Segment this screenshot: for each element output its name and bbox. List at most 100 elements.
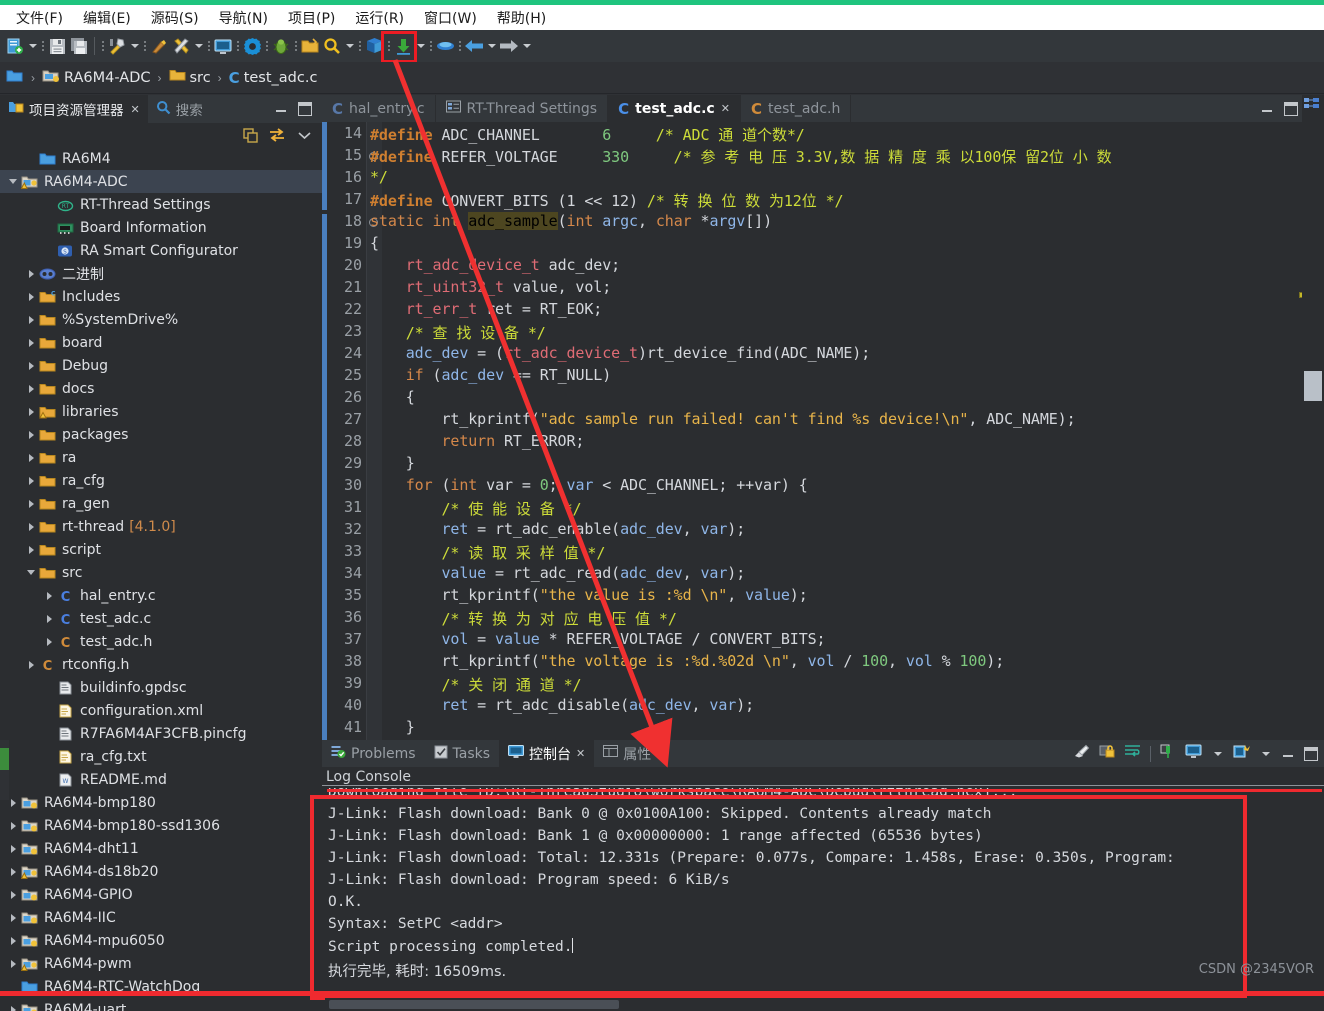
chevron-right-icon[interactable] [6,952,20,975]
chevron-right-icon[interactable] [6,906,20,929]
tree-item-libraries[interactable]: libraries [0,400,322,423]
toolbar-handle[interactable] [356,35,363,57]
editor-tab-test_adc.c[interactable]: Ctest_adc.c ✕ [608,95,741,122]
tree-item-r7fa6m4af3cfb.pincfg[interactable]: R7FA6M4AF3CFB.pincfg [0,722,322,745]
console-tab-problems[interactable]: Problems [322,740,425,767]
console-tab-tasks[interactable]: Tasks [425,740,500,767]
code-line[interactable]: rt_uint32_t value, vol; [370,278,612,296]
chevron-right-icon[interactable] [6,837,20,860]
code-line[interactable]: ret = rt_adc_enable(adc_dev, var); [370,520,745,538]
tree-item-ra6m4-mpu6050[interactable]: RA6M4-mpu6050 [0,929,322,952]
tree-item-ra6m4-pwm[interactable]: RA6M4-pwm [0,952,322,975]
settings-icon[interactable] [241,35,263,57]
code-line[interactable]: */ [370,168,388,186]
view-menu-icon[interactable] [296,127,312,143]
display-dropdown-icon[interactable] [1211,743,1224,765]
code-line[interactable]: for (int var = 0; var < ADC_CHANNEL; ++v… [370,476,808,494]
code-line[interactable]: vol = value * REFER_VOLTAGE / CONVERT_BI… [370,630,825,648]
code-view[interactable]: 14 #define ADC_CHANNEL 6 /* ADC 通 道个数*/ 15… [322,122,1324,740]
tree-item-ra6m4-iic[interactable]: RA6M4-IIC [0,906,322,929]
chevron-down-icon[interactable] [24,561,38,584]
code-line[interactable]: rt_kprintf("adc sample run failed! can't… [370,410,1075,428]
tree-item-packages[interactable]: packages [0,423,322,446]
code-line[interactable]: #define CONVERT_BITS (1 << 12) /* 转 换 位 … [370,190,844,211]
tree-item-ra6m4-bmp180[interactable]: RA6M4-bmp180 [0,791,322,814]
display-console-icon[interactable] [1185,744,1202,763]
chevron-right-icon[interactable] [24,515,38,538]
code-line[interactable]: if (adc_dev == RT_NULL) [370,366,612,384]
save-icon[interactable] [46,35,68,57]
code-line[interactable]: /* 读 取 采 样 值 */ [370,542,605,563]
close-icon[interactable]: ✕ [131,103,140,116]
console-tab-console[interactable]: 控制台 ✕ [499,740,595,767]
code-line[interactable]: /* 关 闭 通 道 */ [370,674,581,695]
chevron-right-icon[interactable] [24,492,38,515]
word-wrap-icon[interactable] [1124,744,1141,763]
maximize-icon[interactable] [1304,746,1318,761]
code-line[interactable]: /* 查 找 设 备 */ [370,322,546,343]
chevron-right-icon[interactable] [24,423,38,446]
link-with-editor-icon[interactable] [242,127,258,143]
menu-file[interactable]: 文件(F) [6,6,73,30]
editor-tab-hal_entry.c[interactable]: Chal_entry.c [322,95,436,122]
tree-item-rt-thread[interactable]: rt-thread [4.1.0] [0,515,322,538]
tree-item-ra6m4-bmp180-ssd1306[interactable]: RA6M4-bmp180-ssd1306 [0,814,322,837]
chevron-right-icon[interactable] [24,262,38,285]
sync-icon[interactable] [269,127,285,143]
toolbar-handle[interactable] [427,35,434,57]
code-line[interactable]: rt_adc_device_t adc_dev; [370,256,620,274]
build-config-dropdown-icon[interactable] [192,35,205,57]
toolbar-handle[interactable] [263,35,270,57]
tree-item-ra_cfg[interactable]: ra_cfg [0,469,322,492]
tree-item--systemdrive-[interactable]: %SystemDrive% [0,308,322,331]
clean-icon[interactable] [148,35,170,57]
tree-item-rtconfig.h[interactable]: Crtconfig.h [0,653,322,676]
code-line[interactable]: static int adc_sample(int argc, char *ar… [370,212,772,230]
chevron-right-icon[interactable] [6,814,20,837]
minimize-icon[interactable] [274,102,288,116]
save-all-icon[interactable] [68,35,90,57]
chevron-right-icon[interactable] [6,929,20,952]
chevron-right-icon[interactable] [42,584,56,607]
menu-run[interactable]: 运行(R) [345,6,414,30]
minimize-icon[interactable] [1260,102,1274,116]
tree-item-configuration.xml[interactable]: configuration.xml [0,699,322,722]
code-line[interactable]: { [370,388,415,406]
chevron-right-icon[interactable] [6,998,20,1011]
tree-item-ra6m4-gpio[interactable]: RA6M4-GPIO [0,883,322,906]
toolbar-handle[interactable] [141,35,148,57]
tree-item-src[interactable]: src [0,561,322,584]
code-line[interactable]: #define REFER_VOLTAGE 330 /* 参 考 电 压 3.3… [370,146,1112,167]
tree-item-script[interactable]: script [0,538,322,561]
tree-item-debug[interactable]: Debug [0,354,322,377]
chevron-right-icon[interactable] [24,469,38,492]
code-line[interactable]: { [370,234,379,252]
menu-window[interactable]: 窗口(W) [414,6,487,30]
tree-item-buildinfo.gpdsc[interactable]: buildinfo.gpdsc [0,676,322,699]
tree-item-ra6m4-ds18b20[interactable]: RA6M4-ds18b20 [0,860,322,883]
forward-dropdown-icon[interactable] [520,35,533,57]
tree-item-rt-thread-settings[interactable]: RT RT-Thread Settings [0,193,322,216]
chevron-right-icon[interactable] [24,331,38,354]
new-console-icon[interactable] [1233,744,1250,764]
scrollbar-thumb[interactable] [329,1000,619,1009]
tree-item-ra6m4-dht11[interactable]: RA6M4-dht11 [0,837,322,860]
forward-icon[interactable] [498,35,520,57]
chevron-right-icon[interactable] [24,400,38,423]
pin-console-icon[interactable] [1160,744,1176,764]
code-line[interactable]: } [370,454,415,472]
tree-item-hal_entry.c[interactable]: Chal_entry.c [0,584,322,607]
breadcrumb-root-icon[interactable] [6,68,24,88]
open-folder-icon[interactable] [299,35,321,57]
build-config-icon[interactable] [170,35,192,57]
chevron-right-icon[interactable] [6,860,20,883]
breadcrumb-folder-icon[interactable] [169,68,186,87]
breadcrumb-item-2[interactable]: test_adc.c [244,70,318,86]
console-tab-properties[interactable]: 属性 [594,740,660,767]
tree-item-ra_gen[interactable]: ra_gen [0,492,322,515]
lock-scroll-icon[interactable] [1099,744,1115,764]
menu-project[interactable]: 项目(P) [278,6,345,30]
build-dropdown-icon[interactable] [128,35,141,57]
maximize-icon[interactable] [298,102,312,116]
breadcrumb-project-icon[interactable] [42,68,60,88]
